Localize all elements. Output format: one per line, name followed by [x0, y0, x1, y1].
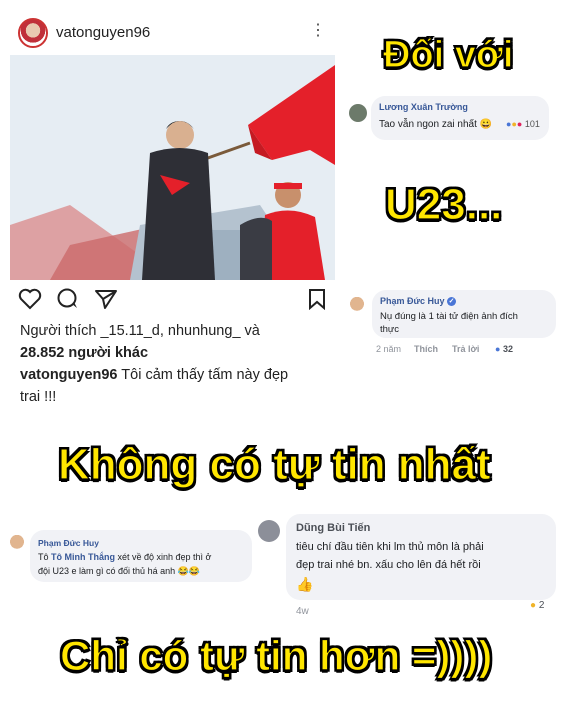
avatar[interactable]: [258, 520, 280, 542]
comment-time: 4w: [296, 606, 309, 617]
comment-huy-2: Phạm Đức Huy Tô Tô Minh Thắng xét về độ …: [30, 530, 252, 582]
bookmark-icon[interactable]: [308, 288, 326, 310]
reaction-count: 2: [538, 600, 545, 611]
reply-link[interactable]: Trả lời: [452, 344, 479, 354]
caption-text-2: trai !!!: [20, 389, 57, 405]
verified-icon: ✓: [447, 297, 457, 307]
mention-link[interactable]: Tô Minh Thắng: [51, 552, 115, 562]
comment-text: Tao vẫn ngon zai nhất 😀: [379, 119, 493, 130]
profile-avatar[interactable]: [18, 18, 48, 48]
comment-time: 2 năm: [376, 344, 402, 354]
more-icon[interactable]: ⋮: [310, 20, 326, 40]
reaction-summary[interactable]: ●●● 101: [506, 119, 540, 129]
comment-author[interactable]: Phạm Đức Huy: [38, 538, 99, 548]
like-link[interactable]: Thích: [414, 344, 438, 354]
instagram-post-header: vatonguyen96 ⋮: [10, 10, 335, 55]
comment-author[interactable]: Lương Xuân Trường: [379, 102, 468, 112]
caption-username[interactable]: vatonguyen96: [20, 367, 118, 383]
caption-doi-voi: Đối với: [382, 33, 514, 76]
comment-author[interactable]: Dũng Bùi Tiến: [296, 522, 370, 534]
avatar[interactable]: [346, 295, 368, 317]
comment-text-line-1: Nụ đúng là 1 tài tử điện ảnh đích: [380, 311, 518, 322]
caption-chi-co-tu-tin-hon: Chỉ có tự tin hơn =)))): [59, 631, 493, 679]
comment-author-name[interactable]: Phạm Đức Huy: [380, 296, 445, 306]
comment-author[interactable]: Phạm Đức Huy ✓: [380, 296, 457, 307]
haha-reaction-icon: ●: [530, 600, 537, 611]
comment-text-prefix: Tô: [38, 552, 52, 562]
post-actions: [18, 288, 338, 312]
comment-dung: Dũng Bùi Tiến tiêu chí đầu tiên khi lm t…: [286, 514, 556, 600]
reaction-summary[interactable]: ● 2: [530, 600, 544, 611]
likes-line-2[interactable]: 28.852 người khác: [20, 345, 148, 361]
comment-text-line-2: đẹp trai nhé bn. xấu cho lên đá hết rồi: [296, 559, 481, 571]
comment-icon[interactable]: [56, 288, 80, 310]
heart-icon[interactable]: [18, 288, 42, 310]
comment-huy-1: Phạm Đức Huy ✓ Nụ đúng là 1 tài tử điện …: [372, 290, 556, 338]
avatar[interactable]: [349, 104, 367, 122]
post-username[interactable]: vatonguyen96: [56, 24, 150, 41]
comment-text: xét về độ xinh đẹp thì ở: [115, 552, 212, 562]
caption-text: Tôi cảm thấy tấm này đẹp: [117, 367, 289, 383]
caption-khong-co-tu-tin: Không có tự tin nhất: [57, 439, 491, 489]
photo-illustration: [10, 55, 335, 280]
post-caption: vatonguyen96 Tôi cảm thấy tấm này đẹp: [20, 367, 288, 383]
reaction-count: 32: [502, 344, 513, 354]
reaction-count: 101: [524, 119, 540, 129]
likes-line-1[interactable]: Người thích _15.11_d, nhunhung_ và: [20, 323, 260, 339]
comment-text-line-1: tiêu chí đầu tiên khi lm thủ môn là phải: [296, 541, 484, 553]
caption-u23: U23...: [384, 179, 503, 229]
share-icon[interactable]: [94, 288, 118, 310]
post-photo: [10, 55, 335, 280]
comment-text-line-2: thực: [380, 324, 400, 335]
like-reaction-icon: ●: [495, 344, 501, 354]
comment-text-line-2: đội U23 e làm gì có đối thủ há anh 😂😂: [38, 566, 201, 576]
reaction-summary[interactable]: ● 32: [495, 344, 513, 354]
thumbs-up-emoji: 👍: [296, 576, 314, 592]
comment-truong: Lương Xuân Trường Tao vẫn ngon zai nhất …: [371, 96, 549, 140]
avatar[interactable]: [6, 533, 28, 555]
comment-text-line-1: Tô Tô Minh Thắng xét về độ xinh đẹp thì …: [38, 552, 211, 562]
